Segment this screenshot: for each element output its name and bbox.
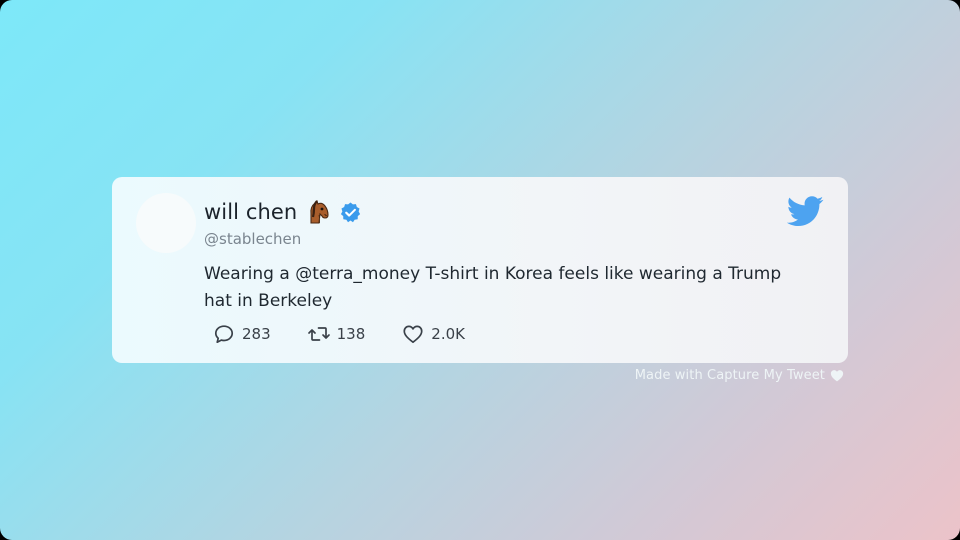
tweet-stats: 283 138 2.0K: [212, 322, 501, 346]
tweet-text: Wearing a @terra_money T-shirt in Korea …: [204, 264, 782, 311]
like-count: 2.0K: [431, 325, 465, 343]
background-canvas: will chen @stablechen Wearing a @terra_m…: [0, 0, 960, 540]
like-stat[interactable]: 2.0K: [401, 322, 465, 346]
handle[interactable]: @stablechen: [204, 230, 301, 248]
heart-icon: [830, 370, 844, 382]
twitter-bird-icon[interactable]: [787, 196, 824, 227]
tweet-card[interactable]: will chen @stablechen Wearing a @terra_m…: [112, 177, 848, 363]
display-name[interactable]: will chen: [204, 200, 297, 224]
reply-icon: [214, 325, 234, 344]
horse-face-emoji-icon: [310, 199, 329, 224]
reply-stat[interactable]: 283: [212, 322, 271, 346]
capture-credit[interactable]: Made with Capture My Tweet: [635, 368, 844, 383]
heart-outline-icon: [403, 325, 423, 344]
credit-text: Made with Capture My Tweet: [634, 368, 825, 383]
retweet-icon: [307, 327, 330, 341]
retweet-stat[interactable]: 138: [307, 322, 366, 346]
reply-count: 283: [242, 325, 271, 343]
author-row: will chen: [204, 197, 362, 227]
verified-badge-icon: [341, 201, 361, 222]
retweet-count: 138: [336, 325, 366, 343]
avatar[interactable]: [136, 193, 196, 253]
